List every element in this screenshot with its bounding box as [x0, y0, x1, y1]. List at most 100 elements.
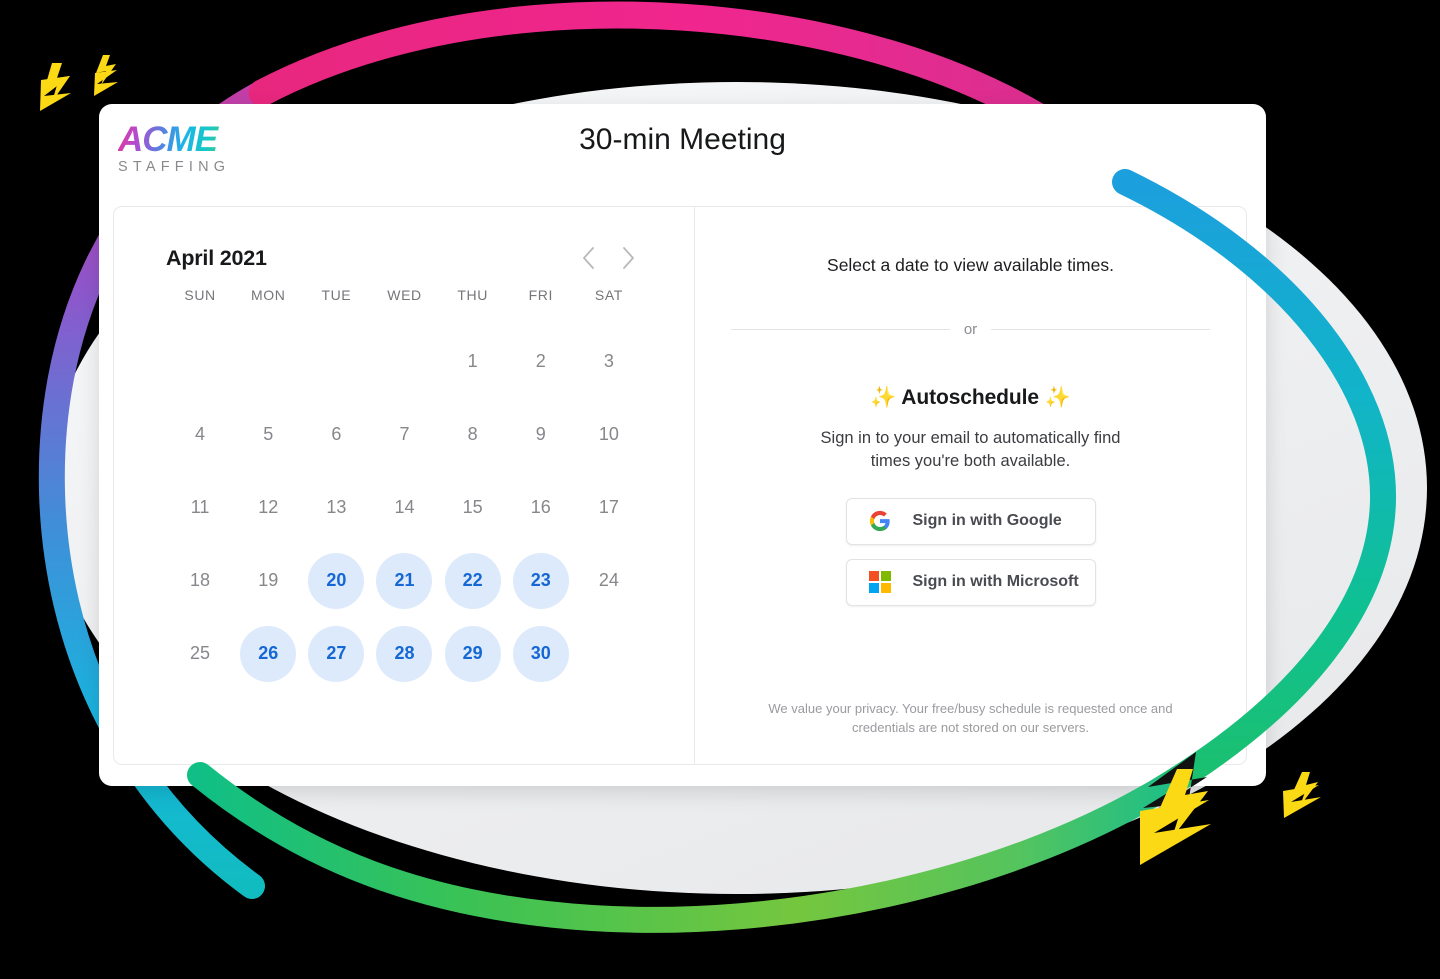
- card-header: ACME STAFFING 30-min Meeting: [99, 104, 1266, 204]
- calendar-blank-cell: [234, 325, 302, 398]
- autoschedule-title: ✨ Autoschedule ✨: [870, 386, 1071, 409]
- weekday-header-sun: SUN: [184, 287, 216, 303]
- calendar-blank-cell: [166, 325, 234, 398]
- calendar-day-14: 14: [394, 497, 415, 517]
- calendar-day-1: 1: [467, 351, 478, 371]
- weekday-header-mon: MON: [250, 287, 286, 303]
- divider-line-left: [731, 329, 950, 330]
- calendar-day-cell: 8: [439, 398, 507, 471]
- calendar-day-17: 17: [598, 497, 619, 517]
- calendar-day-24: 24: [598, 570, 619, 590]
- google-icon: [869, 510, 891, 532]
- bolt-icon-small: [1283, 772, 1321, 818]
- weekday-header-wed: WED: [387, 287, 422, 303]
- calendar-day-cell[interactable]: 30: [507, 617, 575, 690]
- sign-in-with-google-button[interactable]: Sign in with Google: [845, 497, 1096, 545]
- calendar-day-13: 13: [326, 497, 347, 517]
- page-title: 30-min Meeting: [579, 123, 786, 156]
- weekday-header-sat: SAT: [594, 287, 623, 303]
- calendar-day-cell: 17: [575, 471, 643, 544]
- calendar-day-9: 9: [535, 424, 546, 444]
- or-divider: or: [731, 321, 1210, 338]
- calendar-day-22[interactable]: 22: [444, 552, 501, 609]
- calendar-day-30[interactable]: 30: [512, 625, 569, 682]
- chevron-left-icon: [582, 247, 594, 269]
- autoschedule-description: Sign in to your email to automatically f…: [820, 429, 1121, 471]
- calendar-day-cell[interactable]: 23: [507, 544, 575, 617]
- calendar-day-cell: 3: [575, 325, 643, 398]
- calendar-month-label: April 2021: [166, 245, 267, 270]
- privacy-note: We value your privacy. Your free/busy sc…: [768, 701, 1173, 736]
- calendar-day-cell: 9: [507, 398, 575, 471]
- calendar-day-2: 2: [535, 351, 546, 371]
- calendar-day-21[interactable]: 21: [376, 552, 433, 609]
- weekday-header-thu: THU: [457, 287, 488, 303]
- availability-pane: Select a date to view available times. o…: [694, 207, 1246, 764]
- calendar-day-cell: 2: [507, 325, 575, 398]
- google-button-label: Sign in with Google: [912, 512, 1062, 530]
- calendar-blank-cell: [302, 325, 370, 398]
- calendar-day-cell: 18: [166, 544, 234, 617]
- calendar-day-cell: 19: [234, 544, 302, 617]
- calendar-day-cell: 25: [166, 617, 234, 690]
- calendar-day-cell: 24: [575, 544, 643, 617]
- calendar-day-cell[interactable]: 27: [302, 617, 370, 690]
- divider-label: or: [963, 321, 978, 338]
- calendar-day-20[interactable]: 20: [308, 552, 365, 609]
- microsoft-icon: [868, 571, 891, 594]
- select-date-message: Select a date to view available times.: [827, 255, 1114, 275]
- calendar-day-cell: 13: [302, 471, 370, 544]
- bolt-icon: [40, 55, 118, 111]
- calendar-day-cell[interactable]: 26: [234, 617, 302, 690]
- calendar-grid: SUN MON TUE WED THU FRI SAT 1 2 3 4 5 6 7 8 9 10 11 12 13 14…: [166, 287, 643, 690]
- weekday-header-tue: TUE: [321, 287, 352, 303]
- calendar-day-cell[interactable]: 22: [439, 544, 507, 617]
- calendar-day-4: 4: [195, 424, 206, 444]
- calendar-day-23[interactable]: 23: [512, 552, 569, 609]
- weekday-header-fri: FRI: [528, 287, 553, 303]
- calendar-day-27[interactable]: 27: [308, 625, 365, 682]
- calendar-day-15: 15: [462, 497, 483, 517]
- calendar-day-cell: 7: [370, 398, 438, 471]
- calendar-day-6: 6: [331, 424, 342, 444]
- calendar-day-cell[interactable]: 20: [302, 544, 370, 617]
- calendar-day-28[interactable]: 28: [376, 625, 433, 682]
- calendar-day-10: 10: [598, 424, 619, 444]
- calendar-day-cell: 14: [370, 471, 438, 544]
- next-month-button[interactable]: [615, 245, 641, 271]
- calendar-day-16: 16: [530, 497, 551, 517]
- prev-month-button[interactable]: [575, 245, 601, 271]
- calendar-day-cell: 12: [234, 471, 302, 544]
- calendar-day-8: 8: [467, 424, 478, 444]
- calendar-day-cell[interactable]: 29: [439, 617, 507, 690]
- calendar-day-cell: 5: [234, 398, 302, 471]
- calendar-day-cell: 11: [166, 471, 234, 544]
- calendar-day-12: 12: [258, 497, 279, 517]
- calendar-day-19: 19: [258, 570, 279, 590]
- calendar-navigation: [575, 245, 641, 271]
- calendar-pane: April 2021 SUN MON TUE WED THU FRI SAT 1…: [114, 207, 694, 764]
- calendar-day-cell: 1: [439, 325, 507, 398]
- calendar-day-26[interactable]: 26: [240, 625, 297, 682]
- chevron-right-icon: [622, 247, 634, 269]
- calendar-day-5: 5: [263, 424, 274, 444]
- scheduling-card: ACME STAFFING 30-min Meeting April 2021: [99, 104, 1266, 786]
- calendar-day-cell[interactable]: 28: [370, 617, 438, 690]
- calendar-day-18: 18: [190, 570, 211, 590]
- sign-in-with-microsoft-button[interactable]: Sign in with Microsoft: [845, 558, 1096, 606]
- booking-panel: April 2021 SUN MON TUE WED THU FRI SAT 1…: [113, 206, 1247, 765]
- brand-subtitle: STAFFING: [118, 159, 231, 175]
- calendar-day-cell: 16: [507, 471, 575, 544]
- calendar-blank-cell: [370, 325, 438, 398]
- calendar-day-cell: 10: [575, 398, 643, 471]
- calendar-day-cell: 6: [302, 398, 370, 471]
- calendar-day-3: 3: [603, 351, 614, 371]
- divider-line-right: [991, 329, 1210, 330]
- calendar-day-cell[interactable]: 21: [370, 544, 438, 617]
- calendar-day-11: 11: [190, 497, 210, 517]
- calendar-day-cell: 15: [439, 471, 507, 544]
- calendar-day-29[interactable]: 29: [444, 625, 501, 682]
- microsoft-button-label: Sign in with Microsoft: [912, 573, 1079, 591]
- calendar-day-cell: 4: [166, 398, 234, 471]
- calendar-day-25: 25: [190, 643, 211, 663]
